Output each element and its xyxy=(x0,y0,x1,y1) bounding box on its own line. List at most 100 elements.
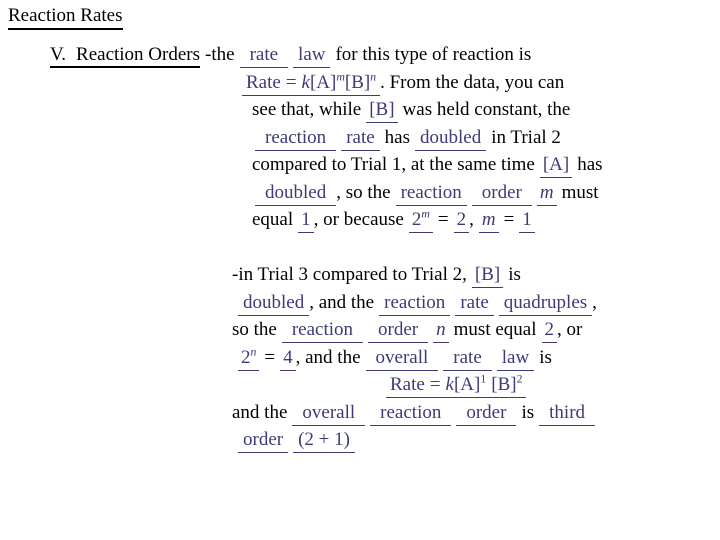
static-text: must xyxy=(561,181,599,203)
answer-blank-order[interactable]: order xyxy=(456,402,517,426)
rate-constant-k: k xyxy=(301,71,310,93)
static-text: , and the xyxy=(309,291,375,313)
answer-blank-reaction[interactable]: reaction xyxy=(255,127,337,151)
exponent-one: 1 xyxy=(480,372,487,386)
answer-blank-reaction[interactable]: reaction xyxy=(379,292,451,316)
exponent-n: n xyxy=(370,70,377,84)
answer-blank-law[interactable]: law xyxy=(293,44,331,68)
static-text: is xyxy=(508,264,521,285)
static-text: , xyxy=(592,291,597,313)
equals-sign: = xyxy=(429,374,441,395)
answer-blank-overall[interactable]: overall xyxy=(292,402,366,426)
equals-sign: = xyxy=(503,209,515,230)
answer-blank-value-two[interactable]: 2 xyxy=(453,209,470,233)
text-line-3: see that, while [B] was held constant, the xyxy=(42,96,718,124)
answer-blank-value-two[interactable]: 2 xyxy=(541,319,557,343)
concentration-a: [A] xyxy=(453,374,481,395)
page-title: Reaction Rates xyxy=(8,4,123,30)
static-text: must equal xyxy=(453,319,537,340)
static-text: -the xyxy=(205,44,235,65)
answer-blank-concentration-a[interactable]: [A] xyxy=(539,154,573,178)
exponent-n: n xyxy=(250,345,257,359)
static-text: is xyxy=(539,346,552,368)
rate-word: Rate xyxy=(390,374,425,395)
static-text: has xyxy=(577,154,603,175)
answer-blank-concentration-b[interactable]: [B] xyxy=(366,99,398,123)
answer-blank-value-one[interactable]: 1 xyxy=(298,209,314,233)
line-spacer xyxy=(42,234,718,262)
static-text: has xyxy=(384,126,410,148)
rate-law-equation-general[interactable]: Rate = k[A]m[B]n xyxy=(242,70,381,96)
answer-blank-doubled[interactable]: doubled xyxy=(415,127,487,151)
section-number: V. xyxy=(50,44,67,65)
answer-blank-exponent-n[interactable]: n xyxy=(433,319,449,343)
answer-blank-doubled[interactable]: doubled xyxy=(255,182,337,206)
text-line-7: equal 1, or because 2m = 2, m = 1 xyxy=(42,206,718,234)
answer-blank-rate[interactable]: rate xyxy=(443,347,492,371)
static-text: , and the xyxy=(295,346,361,368)
static-text: , or because xyxy=(313,209,404,230)
equals-sign: = xyxy=(437,209,449,230)
rate-law-equation-solved[interactable]: Rate = k[A]1 [B]2 xyxy=(386,372,527,398)
concentration-b: [B] xyxy=(491,374,517,395)
answer-blank-order[interactable]: order xyxy=(471,182,532,206)
text-line-4: reaction rate has doubled in Trial 2 xyxy=(42,124,718,152)
static-text: . From the data, you can xyxy=(380,71,565,93)
static-text: so the xyxy=(232,319,277,340)
static-text: equal xyxy=(252,209,294,230)
static-text: in Trial 2 xyxy=(491,126,561,148)
answer-blank-quadruples[interactable]: quadruples xyxy=(498,292,593,316)
slide-canvas: Reaction Rates V. Reaction Orders -the rate… xyxy=(0,0,720,540)
text-line-1: V. Reaction Orders -the rate law for this typ… xyxy=(42,41,718,69)
static-text: and the xyxy=(232,401,288,423)
answer-blank-order[interactable]: order xyxy=(238,429,289,453)
answer-blank-concentration-b[interactable]: [B] xyxy=(471,264,504,288)
answer-blank-rate[interactable]: rate xyxy=(341,127,380,151)
text-line-10: so the reaction order n must equal 2, or xyxy=(42,316,718,344)
answer-blank-reaction[interactable]: reaction xyxy=(395,182,467,206)
text-line-11: 2n = 4, and the overall rate law is xyxy=(42,344,718,372)
concentration-a: [A] xyxy=(309,71,337,93)
base-two: 2 xyxy=(241,346,251,368)
static-text: , or xyxy=(557,319,583,340)
exponent-two: 2 xyxy=(516,372,523,386)
static-text: for this type of reaction is xyxy=(335,44,532,65)
answer-blank-value-four[interactable]: 4 xyxy=(280,347,296,371)
equals-sign: = xyxy=(264,346,276,368)
answer-blank-two-to-m[interactable]: 2m xyxy=(408,207,433,233)
static-text: compared to Trial 1, at the same time xyxy=(252,154,535,175)
answer-blank-exponent-m[interactable]: m xyxy=(536,182,557,206)
answer-blank-sum-expression[interactable]: (2 + 1) xyxy=(293,429,355,453)
answer-blank-rate[interactable]: rate xyxy=(455,292,494,316)
text-line-6: doubled, so the reaction order m must xyxy=(42,179,718,207)
static-text: see that, while xyxy=(252,99,362,120)
exponent-m: m xyxy=(336,70,345,84)
equals-sign: = xyxy=(285,71,297,93)
static-text: , so the xyxy=(336,181,391,203)
answer-blank-reaction[interactable]: reaction xyxy=(370,402,452,426)
text-line-8: -in Trial 3 compared to Trial 2, [B] is xyxy=(42,261,718,289)
static-text: , xyxy=(469,209,474,230)
answer-blank-overall[interactable]: overall xyxy=(365,347,439,371)
rate-constant-k: k xyxy=(445,374,454,395)
static-text: -in Trial 3 compared to Trial 2, xyxy=(232,264,467,285)
answer-blank-rate[interactable]: rate xyxy=(239,44,289,68)
answer-blank-reaction[interactable]: reaction xyxy=(281,319,364,343)
text-line-9: doubled, and the reaction rate quadruples, xyxy=(42,289,718,317)
base-two: 2 xyxy=(411,209,422,230)
answer-blank-order[interactable]: order xyxy=(368,319,429,343)
text-line-5: compared to Trial 1, at the same time [A]… xyxy=(42,151,718,179)
text-line-14: order (2 + 1) xyxy=(42,426,718,454)
text-line-12: Rate = k[A]1 [B]2 xyxy=(42,371,718,399)
text-line-2: Rate = k[A]m[B]n. From the data, you can xyxy=(42,69,718,97)
answer-blank-two-to-n[interactable]: 2n xyxy=(238,345,260,371)
answer-blank-value-one[interactable]: 1 xyxy=(519,209,535,233)
answer-blank-doubled[interactable]: doubled xyxy=(238,292,310,316)
section-heading-label: Reaction Orders xyxy=(76,44,201,65)
answer-blank-third[interactable]: third xyxy=(539,402,596,426)
text-line-13: and the overall reaction order is third xyxy=(42,399,718,427)
answer-blank-variable-m[interactable]: m xyxy=(478,209,499,233)
exponent-m: m xyxy=(421,207,430,221)
slide-body: V. Reaction Orders -the rate law for this typ… xyxy=(42,41,718,454)
answer-blank-law[interactable]: law xyxy=(496,347,535,371)
